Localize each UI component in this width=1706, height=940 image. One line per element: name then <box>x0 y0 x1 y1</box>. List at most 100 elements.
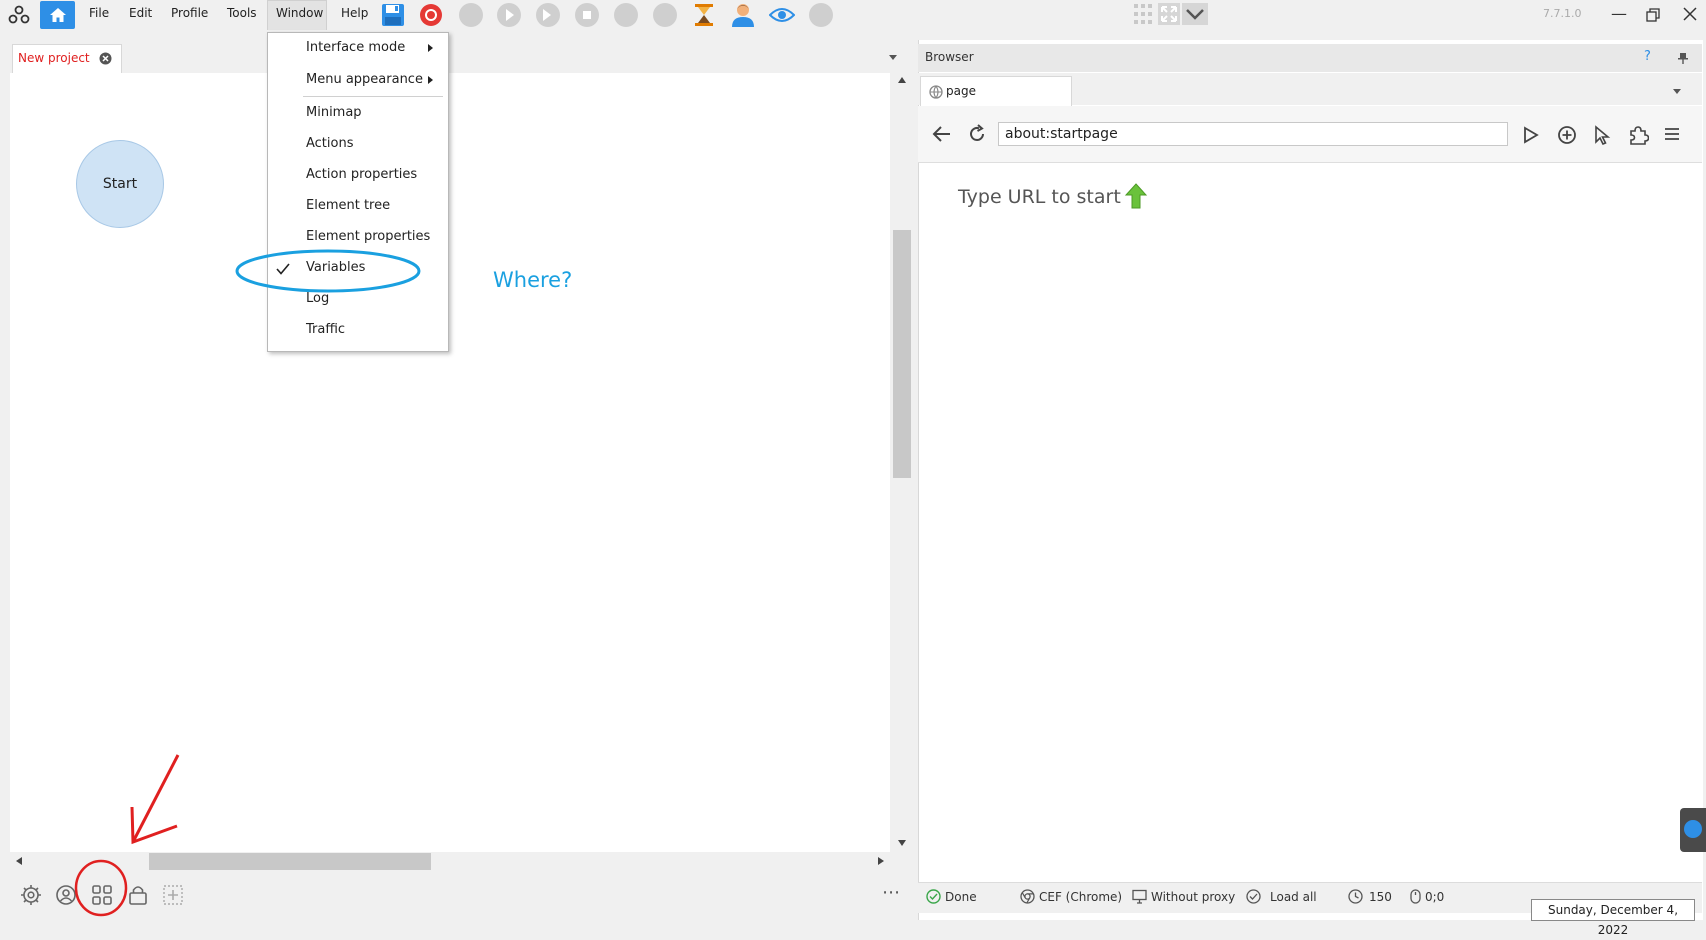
play-icon[interactable] <box>497 3 521 27</box>
browser-tab-page[interactable]: page <box>920 76 1072 107</box>
clock-icon <box>1348 889 1363 904</box>
tab-new-project-label: New project <box>18 51 90 65</box>
save-icon[interactable] <box>381 3 405 27</box>
back-arrow-icon[interactable] <box>932 125 952 143</box>
start-node-label: Start <box>102 176 138 192</box>
status-timer[interactable]: 150 <box>1348 889 1392 904</box>
chevron-down-icon[interactable] <box>1182 3 1208 25</box>
scroll-right-icon[interactable] <box>878 857 884 865</box>
status-engine-label: CEF (Chrome) <box>1039 889 1123 904</box>
cursor-pointer-icon[interactable] <box>1593 125 1611 145</box>
status-coords: 0;0 <box>1410 889 1444 904</box>
browser-panel <box>918 40 1703 920</box>
where-annotation-text: Where? <box>493 268 573 292</box>
horizontal-scrollbar[interactable] <box>10 852 890 870</box>
status-proxy-label: Without proxy <box>1151 889 1236 904</box>
menu-item-element-tree[interactable]: Element tree <box>306 198 390 213</box>
red-arrow-annotation <box>130 754 180 845</box>
menu-window[interactable]: Window <box>276 6 323 20</box>
scroll-left-icon[interactable] <box>16 857 22 865</box>
more-options-icon[interactable]: ⋯ <box>882 882 901 903</box>
menu-item-traffic[interactable]: Traffic <box>306 322 345 337</box>
url-input[interactable] <box>998 122 1508 146</box>
menu-separator <box>303 96 443 97</box>
browser-header-title: Browser <box>925 50 974 64</box>
menu-item-element-properties[interactable]: Element properties <box>306 229 430 244</box>
eye-icon[interactable] <box>769 6 795 24</box>
menu-help[interactable]: Help <box>341 6 368 20</box>
monitor-icon <box>1132 889 1147 904</box>
restore-button[interactable] <box>1646 8 1660 22</box>
scroll-down-icon[interactable] <box>898 840 906 846</box>
home-button[interactable] <box>40 1 75 29</box>
minimize-button[interactable]: — <box>1611 4 1627 23</box>
stop-icon[interactable] <box>575 3 599 27</box>
tab-new-project[interactable]: New project <box>12 44 122 75</box>
blue-ellipse-annotation <box>235 249 421 293</box>
side-arrows-icon <box>1684 820 1702 838</box>
scroll-up-icon[interactable] <box>898 77 906 83</box>
close-tab-icon[interactable] <box>99 52 112 65</box>
start-hint-text: Type URL to start <box>958 186 1121 208</box>
help-icon[interactable]: ? <box>1644 49 1651 64</box>
menu-item-actions[interactable]: Actions <box>306 136 354 151</box>
home-icon <box>50 8 66 22</box>
browser-header: Browser ? <box>918 44 1702 72</box>
horizontal-scroll-thumb[interactable] <box>149 853 431 870</box>
close-window-button[interactable] <box>1683 7 1697 21</box>
status-load[interactable]: Load all <box>1246 889 1317 904</box>
status-coords-label: 0;0 <box>1425 889 1445 904</box>
grid-layout-icon[interactable] <box>1133 3 1153 25</box>
menu-item-action-properties[interactable]: Action properties <box>306 167 417 182</box>
pin-icon[interactable] <box>1678 52 1688 64</box>
mouse-icon <box>1410 889 1421 904</box>
status-done: Done <box>926 889 977 904</box>
status-load-label: Load all <box>1270 889 1317 904</box>
app-logo-icon <box>8 5 30 24</box>
refresh-icon[interactable] <box>967 124 987 144</box>
side-floating-button[interactable] <box>1680 808 1706 852</box>
expand-icon[interactable] <box>1158 3 1180 25</box>
menu-file[interactable]: File <box>89 6 109 20</box>
vertical-scroll-thumb[interactable] <box>893 230 911 478</box>
red-circle-annotation <box>74 859 128 917</box>
step-icon[interactable] <box>536 3 560 27</box>
version-label: 7.7.1.0 <box>1543 7 1582 20</box>
menu-edit[interactable]: Edit <box>129 6 152 20</box>
check-circle-icon <box>926 889 941 904</box>
disabled-action-2-icon[interactable] <box>653 3 677 27</box>
add-block-icon[interactable] <box>162 884 184 906</box>
chrome-icon <box>1020 889 1035 904</box>
submenu-arrow-icon <box>428 44 433 52</box>
status-done-label: Done <box>945 889 977 904</box>
browser-tabs-dropdown-icon[interactable] <box>1673 89 1681 94</box>
menu-item-minimap[interactable]: Minimap <box>306 105 362 120</box>
check-circle-outline-icon <box>1246 889 1261 904</box>
puzzle-extension-icon[interactable] <box>1627 124 1649 146</box>
disabled-action-icon[interactable] <box>614 3 638 27</box>
record-icon[interactable] <box>419 3 443 27</box>
hamburger-menu-icon[interactable] <box>1664 127 1680 141</box>
status-engine[interactable]: CEF (Chrome) <box>1020 889 1122 904</box>
menu-item-interface-mode[interactable]: Interface mode <box>306 40 405 55</box>
globe-icon <box>929 85 943 99</box>
share-icon[interactable] <box>809 3 833 27</box>
go-play-icon[interactable] <box>1523 126 1539 144</box>
tabs-dropdown-icon[interactable] <box>889 55 897 60</box>
pause-icon[interactable] <box>459 3 483 27</box>
user-profile-icon[interactable] <box>731 2 755 28</box>
submenu-arrow-icon <box>428 76 433 84</box>
lock-icon[interactable] <box>127 884 149 906</box>
menu-tools[interactable]: Tools <box>227 6 257 20</box>
date-tooltip: Sunday, December 4, 2022 <box>1531 899 1695 937</box>
status-proxy[interactable]: Without proxy <box>1132 889 1235 904</box>
add-circle-icon[interactable] <box>1557 125 1577 145</box>
menu-item-menu-appearance[interactable]: Menu appearance <box>306 72 423 87</box>
vertical-scrollbar[interactable] <box>892 73 912 853</box>
hourglass-icon[interactable] <box>694 3 714 27</box>
settings-gear-icon[interactable] <box>20 884 42 906</box>
menu-profile[interactable]: Profile <box>171 6 208 20</box>
green-up-arrow-icon <box>1124 183 1148 209</box>
start-node[interactable]: Start <box>76 140 164 228</box>
browser-tab-page-label: page <box>946 84 976 98</box>
